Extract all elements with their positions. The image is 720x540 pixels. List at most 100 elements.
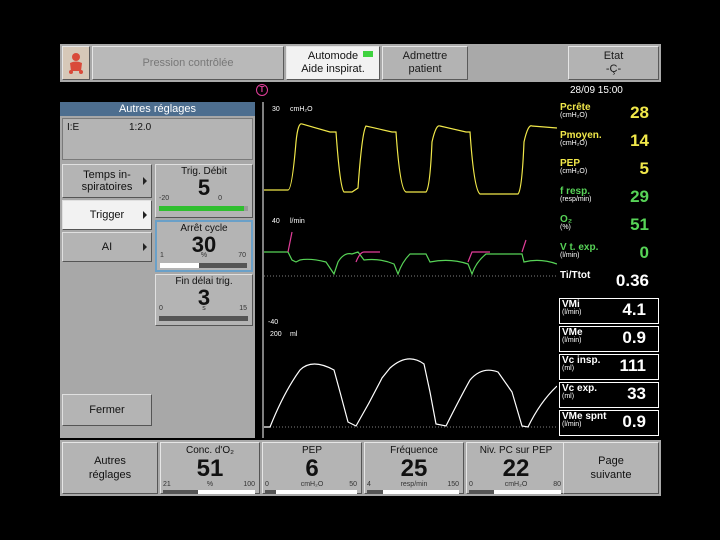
setting-slider[interactable] [367,490,459,494]
numeric-unit: (resp/min) [560,196,592,203]
numeric-unit: (l/min) [562,337,582,344]
numeric-unit: (cmH₂O) [560,168,588,175]
numeric-row: Ti/Ttot 0.36 [558,270,661,296]
chevron-right-icon [143,243,147,251]
numeric-value: 28 [630,103,649,122]
volume-waveform [264,358,557,428]
ie-ratio-box: I:E 1:2.0 [62,118,253,160]
numeric-value: 4.1 [622,300,646,319]
admit-label-1: Admettre [402,50,448,62]
ventilator-screen: Pression contrôlée Automode Aide inspira… [60,44,661,496]
peep-setting[interactable]: PEP 6 0 cmH₂O 50 [262,442,362,494]
flow-waveform [264,251,557,276]
next-page-label: Page suivante [590,455,632,481]
menu-trigger[interactable]: Trigger [62,200,152,230]
flow-unit: l/min [290,218,305,225]
numeric-row: Pmoyen. (cmH₂O) 14 [558,130,661,156]
setting-slider[interactable] [160,263,247,268]
numeric-row: Pcrête (cmH₂O) 28 [558,102,661,128]
status-button[interactable]: Etat -Ç- [568,46,659,80]
numeric-unit: (l/min) [562,309,582,316]
setting-slider[interactable] [265,490,357,494]
other-settings-panel: Autres réglages I:E 1:2.0 Temps in- spir… [60,102,255,438]
numeric-unit: (%) [560,224,571,231]
menu-label: AI [101,241,113,253]
next-page-button[interactable]: Page suivante [563,442,659,494]
numeric-row: V t. exp. (l/min) 0 [558,242,661,268]
setting-value: 5 [197,175,211,200]
flow-scale-top: 40 [272,218,280,225]
admit-patient-button[interactable]: Admettre patient [382,46,468,80]
numeric-unit: (l/min) [562,421,582,428]
infant-icon [69,53,83,74]
slider-fill [367,490,383,494]
numeric-row: VMe (l/min) 0.9 [559,326,659,352]
setting-slider[interactable] [159,206,248,211]
mode-text: Pression contrôlée [142,56,234,69]
flow-trigger-setting[interactable]: Trig. Débit 5 -20 0 [155,164,253,218]
numeric-value: 5 [639,159,649,178]
volume-unit: ml [290,331,298,338]
setting-min: -20 [159,195,170,202]
other-settings-button[interactable]: Autres réglages [62,442,158,494]
ventilation-mode-label: Pression contrôlée [92,46,284,80]
slider-fill [159,316,177,321]
trigger-delay-setting[interactable]: Fin délai trig. 3 0 s 15 [155,274,253,326]
setting-value: 25 [400,455,428,482]
setting-max: 100 [243,481,255,488]
numeric-row: Vc exp. (ml) 33 [559,382,659,408]
slider-fill [160,263,200,268]
date-time: 28/09 15:00 [570,85,623,96]
o2-concentration-setting[interactable]: Conc. d'O₂ 51 21 % 100 [160,442,260,494]
automode-button[interactable]: Automode Aide inspirat. [286,46,380,80]
cycle-off-setting[interactable]: Arrêt cycle 30 1 % 70 [155,220,253,272]
status-label: Etat [603,50,624,62]
setting-value: 22 [502,455,530,482]
rate-setting[interactable]: Fréquence 25 4 resp/min 150 [364,442,464,494]
slider-fill [265,490,277,494]
pressure-unit: cmH₂O [290,106,313,113]
chevron-right-icon [143,211,147,219]
admit-label-2: patient [408,63,442,75]
setting-value: 6 [305,455,319,482]
close-button[interactable]: Fermer [62,394,152,426]
automode-label: Automode [307,50,359,62]
waveform-display: 30 cmH₂O 40 l/min -40 200 ml [262,102,557,438]
chevron-right-icon [143,177,147,185]
menu-label: Temps in- spiratoires [81,169,133,193]
menu-ai[interactable]: AI [62,232,152,262]
menu-label: Trigger [89,209,125,221]
volume-scale-top: 200 [270,331,282,338]
setting-max: 50 [349,481,357,488]
numeric-value: 0.36 [615,271,649,290]
slider-fill [159,206,244,211]
setting-max: 70 [238,252,246,259]
support-mode-label: Aide inspirat. [301,63,365,75]
pc-above-peep-setting[interactable]: Niv. PC sur PEP 22 0 cmH₂O 80 [466,442,566,494]
numeric-value: 14 [630,131,649,150]
numeric-row: f resp. (resp/min) 29 [558,186,661,212]
setting-unit: cmH₂O [504,481,528,488]
setting-unit: % [200,252,208,259]
menu-inspiratory-time[interactable]: Temps in- spiratoires [62,164,152,198]
numeric-unit: (cmH₂O) [560,140,588,147]
numeric-row: PEP (cmH₂O) 5 [558,158,661,184]
setting-max: 150 [447,481,459,488]
setting-slider[interactable] [163,490,255,494]
patient-icon-button[interactable] [62,46,90,80]
other-settings-label: Autres réglages [88,455,132,481]
ie-ratio-value: 1:2.0 [129,122,152,133]
pressure-scale-top: 30 [272,106,280,113]
setting-max: 0 [218,195,222,202]
top-bar: Pression contrôlée Automode Aide inspira… [60,44,661,82]
numeric-row: VMe spnt (l/min) 0.9 [559,410,659,436]
panel-title: Autres réglages [60,102,255,116]
numeric-label: Ti/Ttot [560,270,591,281]
setting-value: 51 [196,455,224,482]
bottom-bar: Autres réglages Conc. d'O₂ 51 21 % 100 P… [60,440,661,496]
setting-slider[interactable] [469,490,561,494]
numeric-unit: (ml) [562,365,575,372]
numeric-value: 33 [627,384,646,403]
numeric-row: VMi (l/min) 4.1 [559,298,659,324]
setting-slider[interactable] [159,316,248,321]
